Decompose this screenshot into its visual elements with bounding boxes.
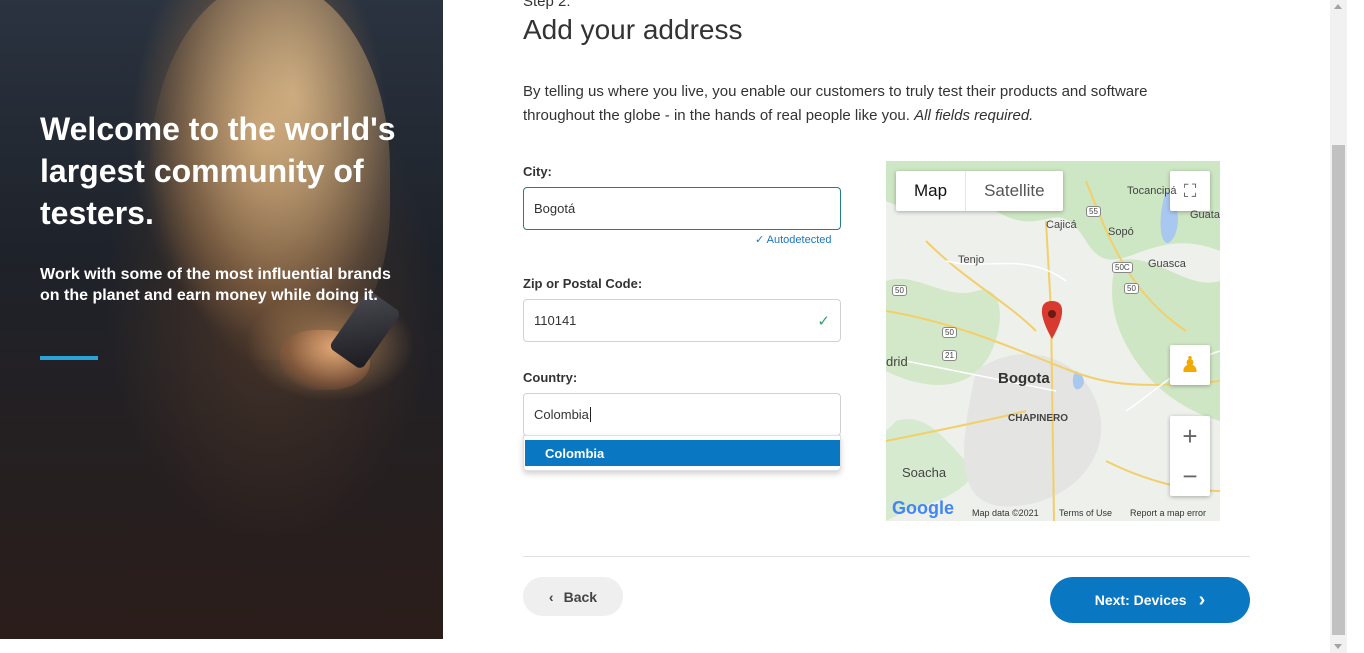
map-data-credit: Map data ©2021 bbox=[972, 508, 1039, 518]
back-button[interactable]: ‹ Back bbox=[523, 577, 623, 616]
road-shield-21: 21 bbox=[942, 350, 957, 361]
map-label-guasca: Guasca bbox=[1148, 258, 1186, 270]
zoom-out-button[interactable]: − bbox=[1182, 456, 1197, 496]
country-suggestions: Colombia bbox=[523, 435, 841, 471]
tab-map[interactable]: Map bbox=[896, 171, 967, 211]
next-label: Next: Devices bbox=[1094, 592, 1187, 608]
map-label-sopo: Sopó bbox=[1108, 226, 1134, 238]
page-title: Add your address bbox=[523, 14, 743, 45]
map-terms-link[interactable]: Terms of Use bbox=[1059, 508, 1112, 518]
zoom-control: + − bbox=[1170, 416, 1210, 496]
tab-satellite[interactable]: Satellite bbox=[966, 171, 1062, 211]
google-logo: Google bbox=[892, 498, 954, 518]
hero-accent-bar bbox=[40, 356, 98, 360]
map-label-bogota: Bogota bbox=[998, 370, 1050, 387]
next-button[interactable]: Next: Devices › bbox=[1050, 577, 1250, 623]
city-value: Bogotá bbox=[534, 201, 576, 216]
country-input[interactable]: Colombia bbox=[523, 393, 841, 436]
country-value: Colombia bbox=[534, 407, 589, 422]
map-type-control: Map Satellite bbox=[896, 171, 1063, 211]
step-indicator: Step 2: bbox=[523, 0, 571, 10]
map-label-soacha: Soacha bbox=[902, 465, 947, 480]
scroll-down-icon[interactable] bbox=[1334, 644, 1342, 649]
pegman-icon[interactable]: ♟ bbox=[1170, 345, 1210, 385]
intro-body: By telling us where you live, you enable… bbox=[523, 83, 1148, 124]
back-label: Back bbox=[563, 588, 598, 605]
road-shield-50-east: 50 bbox=[1124, 283, 1139, 294]
suggestion-colombia[interactable]: Colombia bbox=[525, 440, 840, 466]
hero-headline: Welcome to the world's largest community… bbox=[40, 111, 396, 231]
hero-panel: Welcome to the world's largest community… bbox=[0, 0, 443, 639]
check-icon: ✓ bbox=[817, 312, 830, 330]
chevron-right-icon: › bbox=[1198, 588, 1206, 611]
intro-text: By telling us where you live, you enable… bbox=[523, 80, 1213, 128]
road-shield-50c: 50C bbox=[1112, 262, 1133, 273]
location-map[interactable]: Map Satellite ⛶ ♟ + − Tocancipá Guatavit… bbox=[886, 161, 1220, 521]
country-label: Country: bbox=[523, 370, 578, 385]
map-label-tocancipa: Tocancipá bbox=[1127, 185, 1177, 197]
map-label-tenjo: Tenjo bbox=[958, 254, 985, 266]
map-label-madrid: drid bbox=[886, 354, 908, 369]
road-shield-50-west: 50 bbox=[892, 285, 907, 296]
map-label-chapinero: CHAPINERO bbox=[1008, 413, 1069, 424]
scroll-thumb[interactable] bbox=[1332, 145, 1345, 635]
autodetected-label: Autodetected bbox=[766, 234, 832, 246]
scroll-up-icon[interactable] bbox=[1334, 4, 1342, 9]
road-shield-55: 55 bbox=[1086, 206, 1101, 217]
zoom-in-button[interactable]: + bbox=[1182, 416, 1197, 456]
autodetected-hint: ✓ Autodetected bbox=[755, 234, 832, 246]
zip-input[interactable]: 110141 ✓ bbox=[523, 299, 841, 342]
map-label-cajica: Cajicá bbox=[1046, 219, 1077, 231]
zip-value: 110141 bbox=[534, 313, 577, 328]
city-input[interactable]: Bogotá bbox=[523, 187, 841, 230]
required-note: All fields required. bbox=[914, 107, 1034, 124]
city-label: City: bbox=[523, 164, 552, 179]
road-shield-50-center: 50 bbox=[942, 327, 957, 338]
map-report-link[interactable]: Report a map error bbox=[1130, 508, 1206, 518]
map-label-guatavita: Guatavit bbox=[1190, 209, 1220, 221]
zip-label: Zip or Postal Code: bbox=[523, 276, 643, 291]
chevron-left-icon: ‹ bbox=[548, 588, 554, 605]
hero-subtext: Work with some of the most influential b… bbox=[40, 266, 391, 304]
text-caret bbox=[589, 407, 591, 422]
page-scrollbar[interactable] bbox=[1330, 0, 1347, 653]
divider bbox=[523, 556, 1250, 557]
